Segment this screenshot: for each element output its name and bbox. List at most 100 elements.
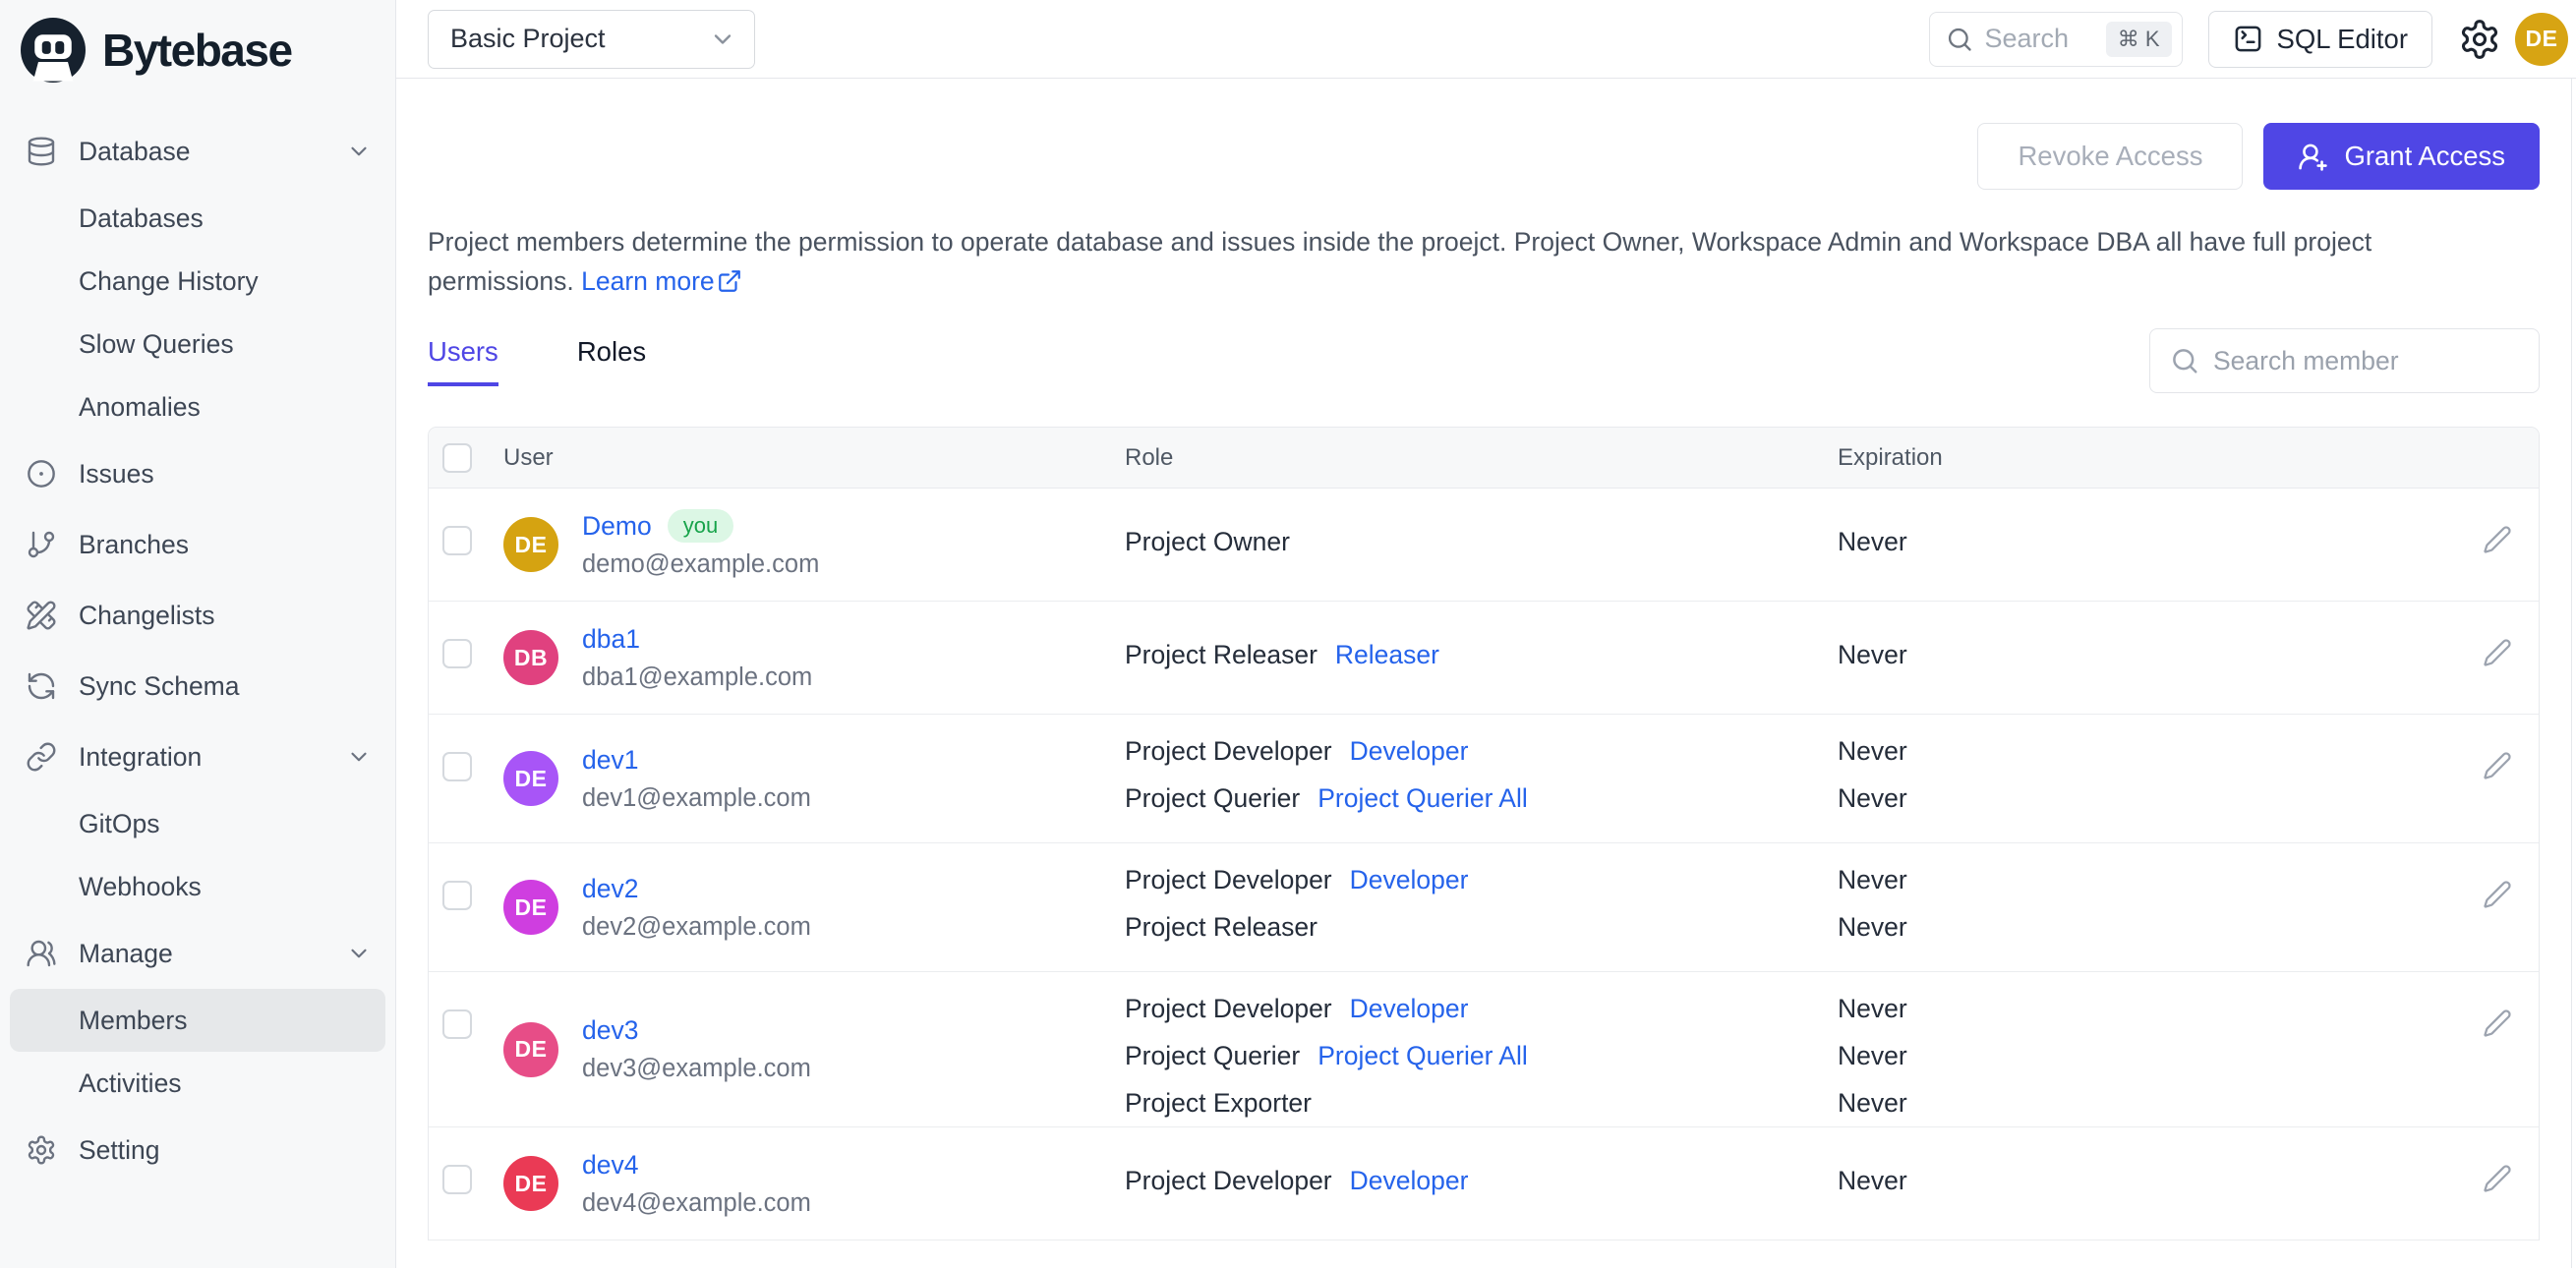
- member-search-input[interactable]: [2213, 345, 2519, 376]
- role-link[interactable]: Developer: [1350, 736, 1469, 767]
- project-selector-value: Basic Project: [450, 24, 606, 53]
- sidebar-item-anomalies[interactable]: Anomalies: [10, 375, 385, 438]
- brand-logo[interactable]: Bytebase: [0, 0, 395, 86]
- revoke-access-button[interactable]: Revoke Access: [1977, 123, 2244, 190]
- global-search-input[interactable]: [1984, 24, 2094, 54]
- column-header-role: Role: [1125, 443, 1174, 471]
- learn-more-link[interactable]: Learn more: [581, 261, 742, 301]
- sidebar-item-label: Issues: [79, 458, 154, 489]
- sidebar-item-issues[interactable]: Issues: [10, 438, 385, 509]
- role-link[interactable]: Developer: [1350, 994, 1469, 1024]
- sql-editor-button[interactable]: SQL Editor: [2207, 10, 2432, 68]
- expiration-value: Never: [1838, 993, 1907, 1023]
- expiration-cell: Never Never: [1838, 843, 2388, 971]
- sql-editor-label: SQL Editor: [2276, 23, 2409, 54]
- member-name-link[interactable]: dev3: [582, 1015, 638, 1046]
- sidebar-item-members[interactable]: Members: [10, 989, 385, 1052]
- members-table: User Role Expiration DE Demo you demo@examp…: [428, 427, 2540, 1240]
- member-avatar: DE: [503, 880, 558, 935]
- sidebar-item-label: Slow Queries: [79, 328, 234, 359]
- sidebar-item-databases[interactable]: Databases: [10, 187, 385, 250]
- settings-gear-icon[interactable]: [2458, 18, 2501, 61]
- role-name: Project Developer: [1125, 993, 1332, 1023]
- role-link[interactable]: Developer: [1350, 1166, 1469, 1196]
- sidebar-item-change-history[interactable]: Change History: [10, 250, 385, 313]
- role-name: Project Developer: [1125, 735, 1332, 766]
- edit-member-icon[interactable]: [2483, 751, 2512, 780]
- sidebar-nav: Database Databases Change History Slow Quer…: [0, 116, 395, 1185]
- member-name-link[interactable]: dev1: [582, 745, 638, 776]
- member-row-dev2: DE dev2 dev2@example.com Project Developer D…: [429, 843, 2539, 972]
- edit-member-icon[interactable]: [2483, 1164, 2512, 1193]
- sidebar-item-label: Databases: [79, 202, 204, 233]
- sidebar-item-label: Setting: [79, 1134, 160, 1165]
- sidebar-item-label: Sync Schema: [79, 670, 240, 701]
- sidebar-item-integration[interactable]: Integration: [10, 721, 385, 792]
- edit-member-icon[interactable]: [2483, 638, 2512, 667]
- you-badge: you: [667, 508, 734, 544]
- row-checkbox[interactable]: [442, 881, 472, 910]
- member-name-link[interactable]: dev2: [582, 874, 638, 904]
- role-name: Project Releaser: [1125, 639, 1317, 669]
- member-row-demo: DE Demo you demo@example.com Project Owner Ne…: [429, 489, 2539, 602]
- edit-member-icon[interactable]: [2483, 1009, 2512, 1038]
- user-info: dev3 dev3@example.com: [582, 1011, 811, 1088]
- column-header-expiration: Expiration: [1838, 443, 1943, 471]
- expiration-cell: Never: [1838, 602, 2388, 714]
- project-selector[interactable]: Basic Project: [428, 9, 755, 69]
- sidebar-item-setting[interactable]: Setting: [10, 1115, 385, 1185]
- user-cell: DE dev4 dev4@example.com: [503, 1127, 1125, 1239]
- topbar: Basic Project ⌘ K SQL Editor: [396, 0, 2576, 79]
- global-search[interactable]: ⌘ K: [1928, 11, 2183, 67]
- role-link[interactable]: Releaser: [1335, 640, 1439, 670]
- edit-member-icon[interactable]: [2483, 880, 2512, 909]
- sidebar-item-slow-queries[interactable]: Slow Queries: [10, 313, 385, 375]
- terminal-icon: [2233, 24, 2263, 54]
- sidebar-item-changelists[interactable]: Changelists: [10, 580, 385, 651]
- user-cell: DE dev2 dev2@example.com: [503, 843, 1125, 971]
- user-avatar[interactable]: DE: [2515, 12, 2568, 66]
- member-email: dev4@example.com: [582, 1188, 811, 1217]
- sidebar-item-sync-schema[interactable]: Sync Schema: [10, 651, 385, 721]
- sidebar-item-database[interactable]: Database: [10, 116, 385, 187]
- tabs-row: Users Roles: [428, 328, 2540, 393]
- user-plus-icon: [2298, 142, 2328, 172]
- search-shortcut-kbd: ⌘ K: [2105, 21, 2172, 57]
- grant-access-button[interactable]: Grant Access: [2263, 123, 2540, 190]
- tab-users[interactable]: Users: [428, 336, 498, 386]
- row-checkbox[interactable]: [442, 752, 472, 781]
- row-checkbox[interactable]: [442, 1009, 472, 1039]
- member-avatar: DE: [503, 517, 558, 572]
- member-name-link[interactable]: dev4: [582, 1150, 638, 1181]
- sidebar-item-activities[interactable]: Activities: [10, 1052, 385, 1115]
- row-checkbox[interactable]: [442, 526, 472, 555]
- search-icon: [2170, 346, 2199, 375]
- roles-cell: Project Releaser Releaser: [1125, 602, 1838, 714]
- expiration-cell: Never: [1838, 489, 2388, 601]
- row-checkbox[interactable]: [442, 639, 472, 668]
- member-search[interactable]: [2149, 328, 2540, 393]
- expiration-value: Never: [1838, 1040, 1907, 1070]
- sidebar-item-manage[interactable]: Manage: [10, 918, 385, 989]
- edit-member-icon[interactable]: [2483, 525, 2512, 554]
- member-name-link[interactable]: Demo: [582, 511, 652, 542]
- sidebar-item-label: Change History: [79, 265, 259, 296]
- member-name-link[interactable]: dba1: [582, 624, 640, 655]
- sidebar-item-label: Anomalies: [79, 391, 201, 422]
- user-info: dba1 dba1@example.com: [582, 619, 812, 696]
- member-email: dev3@example.com: [582, 1055, 811, 1082]
- role-link[interactable]: Project Querier All: [1317, 1041, 1528, 1071]
- members-page: Revoke Access Grant Access Project membe…: [396, 79, 2576, 1268]
- sidebar-item-label: Members: [79, 1005, 188, 1035]
- sidebar-item-branches[interactable]: Branches: [10, 509, 385, 580]
- select-all-checkbox[interactable]: [442, 442, 472, 473]
- sidebar-item-gitops[interactable]: GitOps: [10, 792, 385, 855]
- sidebar-item-webhooks[interactable]: Webhooks: [10, 855, 385, 918]
- tab-roles[interactable]: Roles: [577, 336, 646, 386]
- expiration-value: Never: [1838, 864, 1907, 894]
- member-row-dev1: DE dev1 dev1@example.com Project Developer D…: [429, 715, 2539, 843]
- role-link[interactable]: Developer: [1350, 865, 1469, 895]
- expiration-cell: Never Never: [1838, 715, 2388, 842]
- row-checkbox[interactable]: [442, 1165, 472, 1194]
- role-link[interactable]: Project Querier All: [1317, 783, 1528, 814]
